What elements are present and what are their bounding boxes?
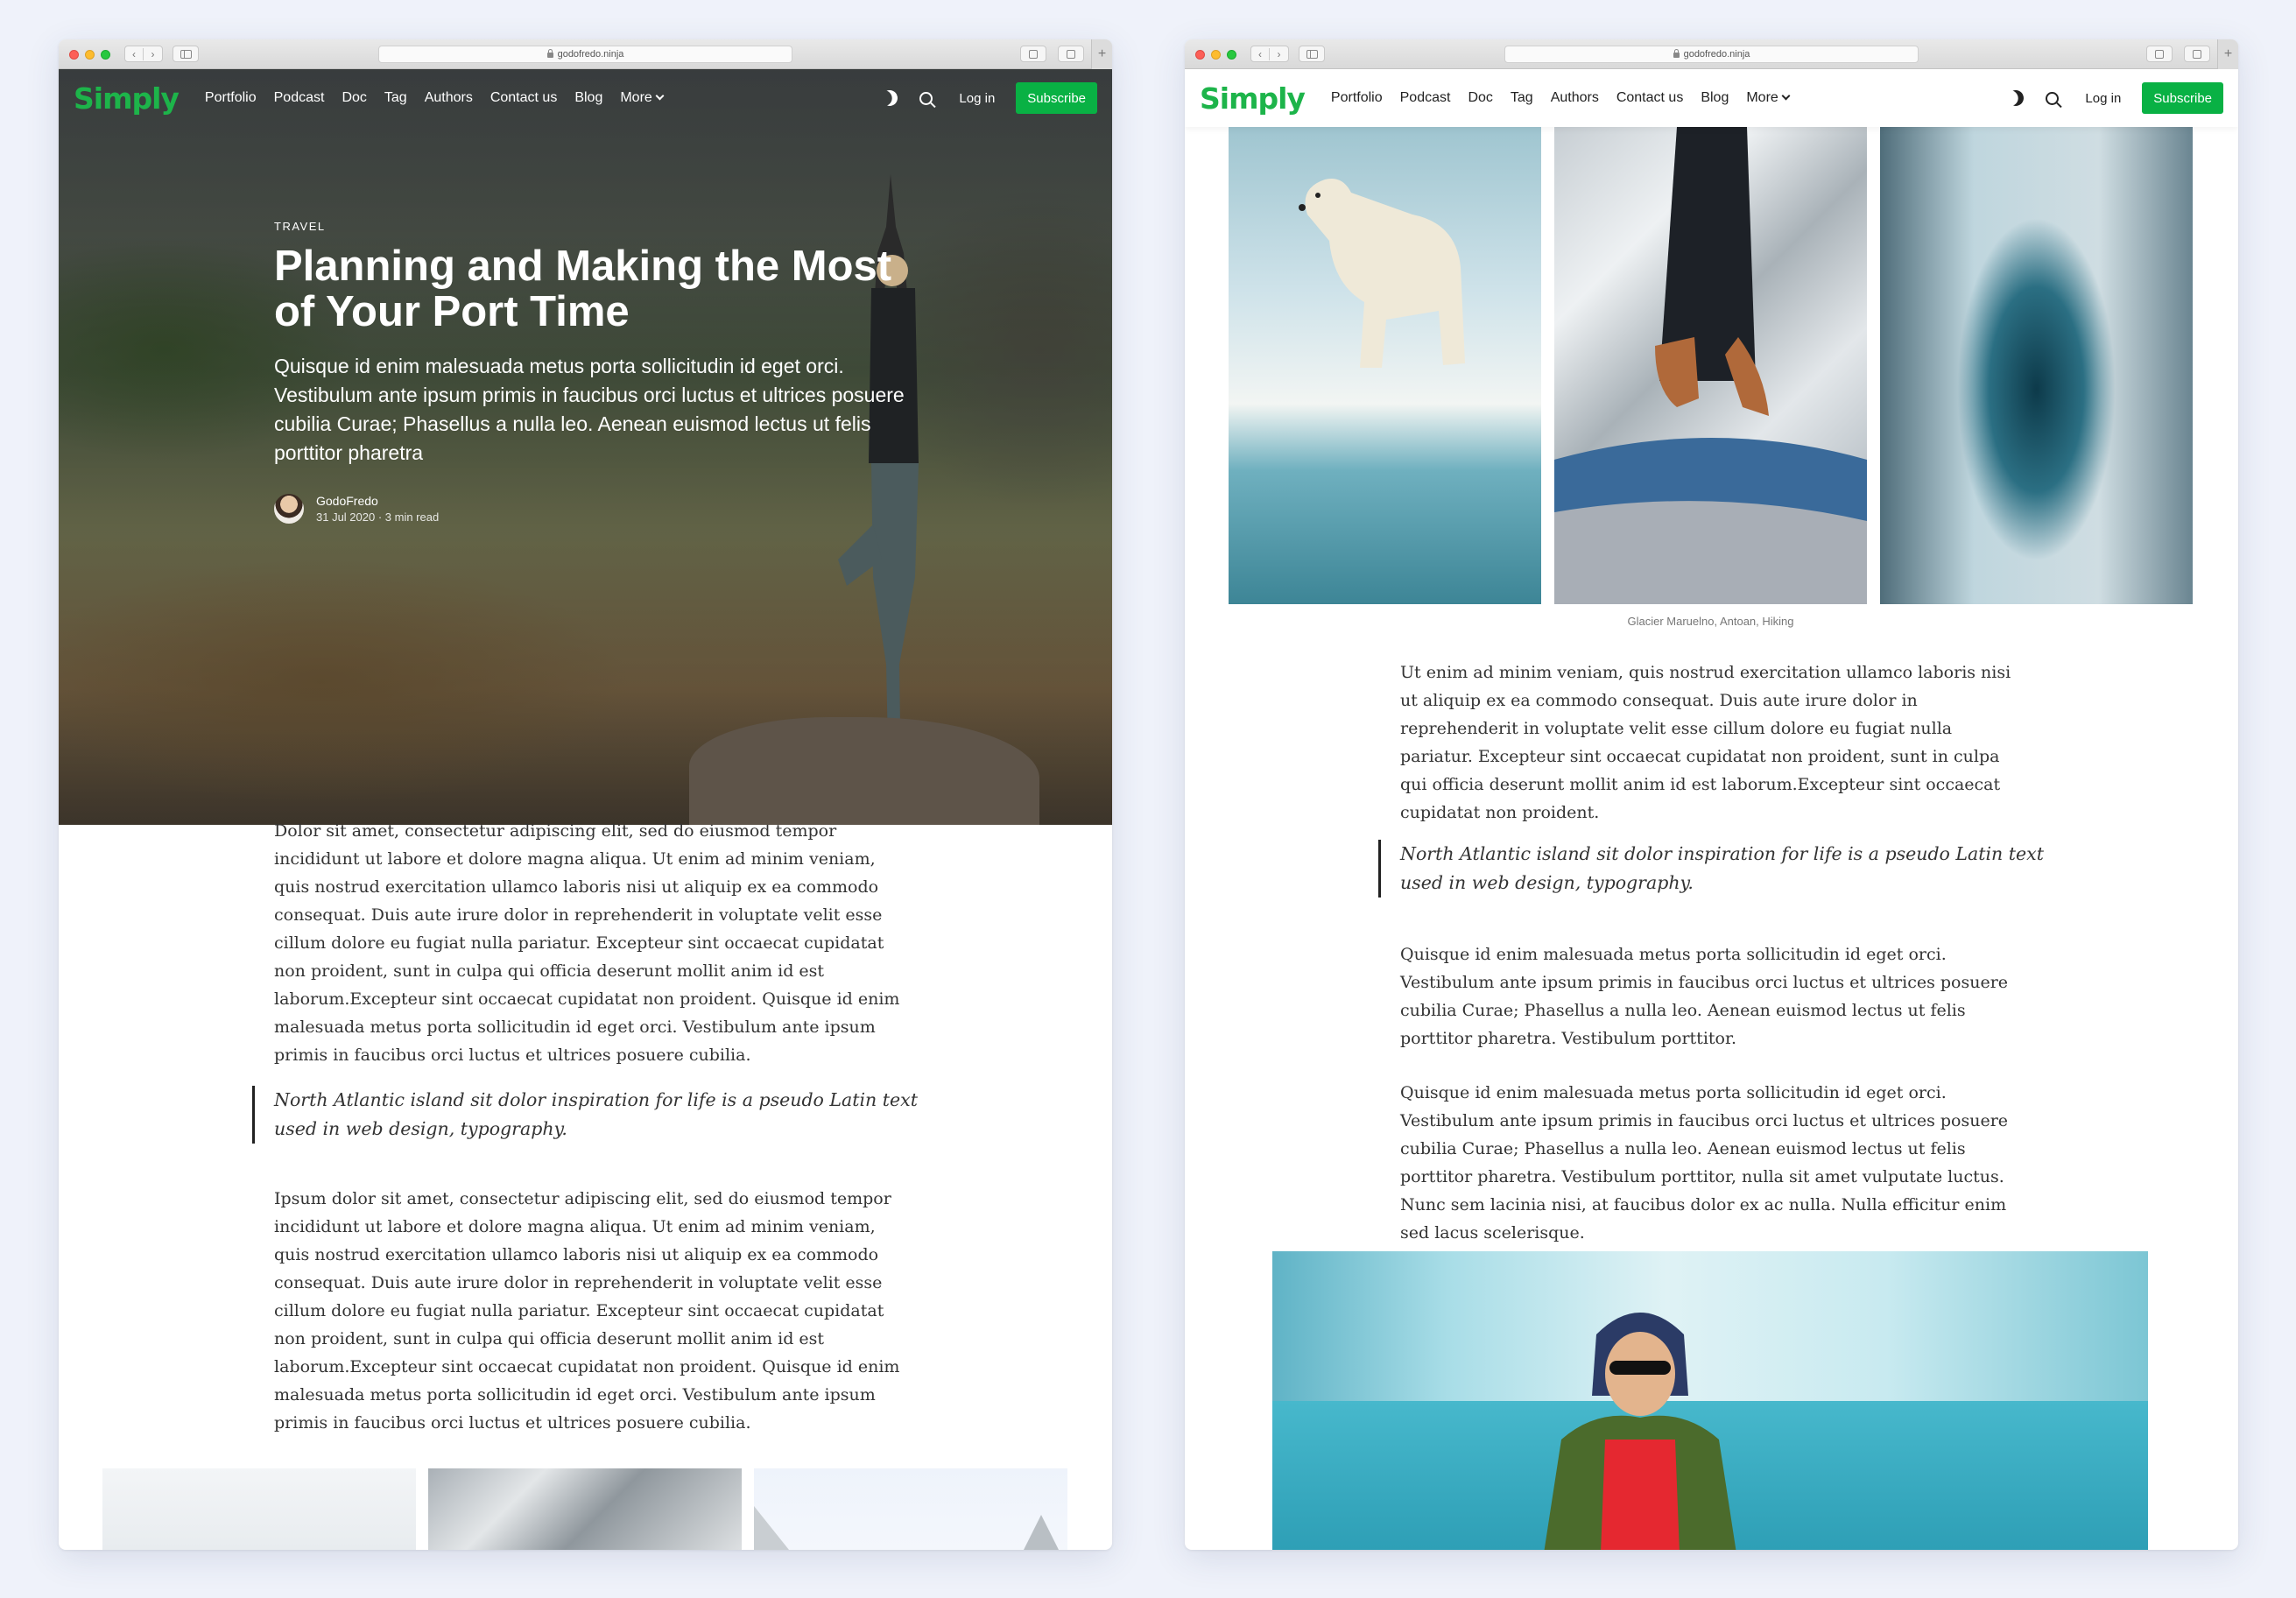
nav-podcast[interactable]: Podcast xyxy=(274,90,325,106)
url-text: godofredo.ninja xyxy=(557,49,624,60)
nav-tag[interactable]: Tag xyxy=(1511,90,1533,106)
address-bar[interactable]: godofredo.ninja xyxy=(1504,46,1919,63)
share-icon xyxy=(2155,49,2164,59)
body-paragraph: Ut enim ad minim veniam, quis nostrud ex… xyxy=(1400,663,2011,822)
tabs-icon xyxy=(2193,49,2201,59)
nav-contact[interactable]: Contact us xyxy=(1616,90,1683,106)
sidebar-toggle-button[interactable] xyxy=(173,46,199,62)
blockquote: North Atlantic island sit dolor inspirat… xyxy=(1378,840,2044,898)
login-link[interactable]: Log in xyxy=(2085,91,2121,106)
article-image-kayaker[interactable] xyxy=(1272,1251,2148,1550)
nav-doc[interactable]: Doc xyxy=(342,90,366,106)
gallery-image-hiking-boots[interactable] xyxy=(1554,127,1867,604)
nav-more[interactable]: More xyxy=(1746,90,1791,106)
minimize-window-button[interactable] xyxy=(1211,50,1221,60)
window-controls xyxy=(69,50,110,60)
subscribe-button[interactable]: Subscribe xyxy=(2142,82,2223,114)
body-paragraph: Quisque id enim malesuada metus porta so… xyxy=(1400,945,2009,1048)
new-tab-button[interactable]: + xyxy=(2217,39,2238,69)
back-icon[interactable]: ‹ xyxy=(1251,47,1270,60)
dark-mode-icon[interactable] xyxy=(880,88,900,108)
kayaker-figure xyxy=(1544,1313,1736,1550)
window-controls xyxy=(1195,50,1236,60)
share-button[interactable] xyxy=(2146,46,2173,62)
zoom-window-button[interactable] xyxy=(101,50,110,60)
gallery-image-ice-cave[interactable] xyxy=(1880,127,2193,604)
nav-portfolio[interactable]: Portfolio xyxy=(205,90,257,106)
search-icon[interactable] xyxy=(919,91,933,105)
nav-contact[interactable]: Contact us xyxy=(490,90,557,106)
url-text: godofredo.ninja xyxy=(1683,49,1750,60)
lock-icon xyxy=(546,49,553,58)
nav-more-label: More xyxy=(1746,90,1778,105)
polar-bear xyxy=(1299,179,1465,368)
search-icon[interactable] xyxy=(2046,91,2060,105)
gallery-image-sky[interactable] xyxy=(754,1468,1067,1550)
history-nav: ‹ › xyxy=(124,46,163,62)
nav-more[interactable]: More xyxy=(620,90,665,106)
back-icon[interactable]: ‹ xyxy=(125,47,144,60)
dark-mode-icon[interactable] xyxy=(2006,88,2026,108)
hero-content: TRAVEL Planning and Making the Most of Y… xyxy=(274,220,922,524)
share-icon xyxy=(1029,49,1038,59)
rock xyxy=(689,717,1039,825)
browser-toolbar: ‹ › godofredo.ninja + xyxy=(1185,39,2238,69)
nav-authors[interactable]: Authors xyxy=(425,90,473,106)
author-avatar[interactable] xyxy=(274,494,304,524)
browser-window-right: ‹ › godofredo.ninja + Simply Portfolio P… xyxy=(1185,39,2238,1550)
tabs-icon xyxy=(1067,49,1075,59)
body-paragraph: Quisque id enim malesuada metus porta so… xyxy=(1400,1083,2009,1242)
author-row: GodoFredo 31 Jul 2020 · 3 min read xyxy=(274,494,922,524)
gallery-image-snow[interactable] xyxy=(102,1468,416,1550)
body-paragraph: Ipsum dolor sit amet, consectetur adipis… xyxy=(274,1189,900,1433)
post-excerpt: Quisque id enim malesuada metus porta so… xyxy=(274,355,905,464)
site-header: Simply Portfolio Podcast Doc Tag Authors… xyxy=(1185,69,2238,127)
post-title: Planning and Making the Most of Your Por… xyxy=(274,243,892,335)
close-window-button[interactable] xyxy=(1195,50,1205,60)
nav-portfolio[interactable]: Portfolio xyxy=(1331,90,1383,106)
tabs-overview-button[interactable] xyxy=(2184,46,2210,62)
post-meta: 31 Jul 2020 · 3 min read xyxy=(316,510,440,524)
gallery-image-polar-bear[interactable] xyxy=(1229,127,1541,604)
gallery-caption: Glacier Maruelno, Antoan, Hiking xyxy=(1627,615,1794,628)
login-link[interactable]: Log in xyxy=(959,91,995,106)
new-tab-button[interactable]: + xyxy=(1091,39,1112,69)
forward-icon[interactable]: › xyxy=(144,48,162,60)
nav-more-label: More xyxy=(620,90,652,105)
forward-icon[interactable]: › xyxy=(1270,48,1288,60)
browser-window-left: ‹ › godofredo.ninja + Simply Portfolio P… xyxy=(59,39,1112,1550)
author-name[interactable]: GodoFredo xyxy=(316,494,439,508)
nav-blog[interactable]: Blog xyxy=(1701,90,1729,106)
zoom-window-button[interactable] xyxy=(1227,50,1236,60)
nav-doc[interactable]: Doc xyxy=(1468,90,1492,106)
boots-figure xyxy=(1554,127,1867,604)
sidebar-toggle-button[interactable] xyxy=(1299,46,1325,62)
nav-blog[interactable]: Blog xyxy=(574,90,602,106)
site-logo[interactable]: Simply xyxy=(74,81,180,116)
sidebar-icon xyxy=(180,49,192,59)
address-bar[interactable]: godofredo.ninja xyxy=(378,46,792,63)
lock-icon xyxy=(1673,49,1680,58)
nav-tag[interactable]: Tag xyxy=(384,90,407,106)
subscribe-button[interactable]: Subscribe xyxy=(1016,82,1097,114)
site-header: Simply Portfolio Podcast Doc Tag Authors… xyxy=(59,69,1112,127)
site-logo[interactable]: Simply xyxy=(1200,81,1306,116)
close-window-button[interactable] xyxy=(69,50,79,60)
nav-authors[interactable]: Authors xyxy=(1551,90,1599,106)
chevron-down-icon xyxy=(655,91,665,101)
post-category[interactable]: TRAVEL xyxy=(274,220,922,233)
tabs-overview-button[interactable] xyxy=(1058,46,1084,62)
minimize-window-button[interactable] xyxy=(85,50,95,60)
gallery-image-rock[interactable] xyxy=(428,1468,742,1550)
blockquote: North Atlantic island sit dolor inspirat… xyxy=(252,1086,918,1144)
chevron-down-icon xyxy=(1781,91,1791,101)
nav-podcast[interactable]: Podcast xyxy=(1400,90,1451,106)
share-button[interactable] xyxy=(1020,46,1046,62)
browser-toolbar: ‹ › godofredo.ninja + xyxy=(59,39,1112,69)
history-nav: ‹ › xyxy=(1250,46,1289,62)
sidebar-icon xyxy=(1306,49,1318,59)
body-paragraph: Dolor sit amet, consectetur adipiscing e… xyxy=(274,821,900,1065)
